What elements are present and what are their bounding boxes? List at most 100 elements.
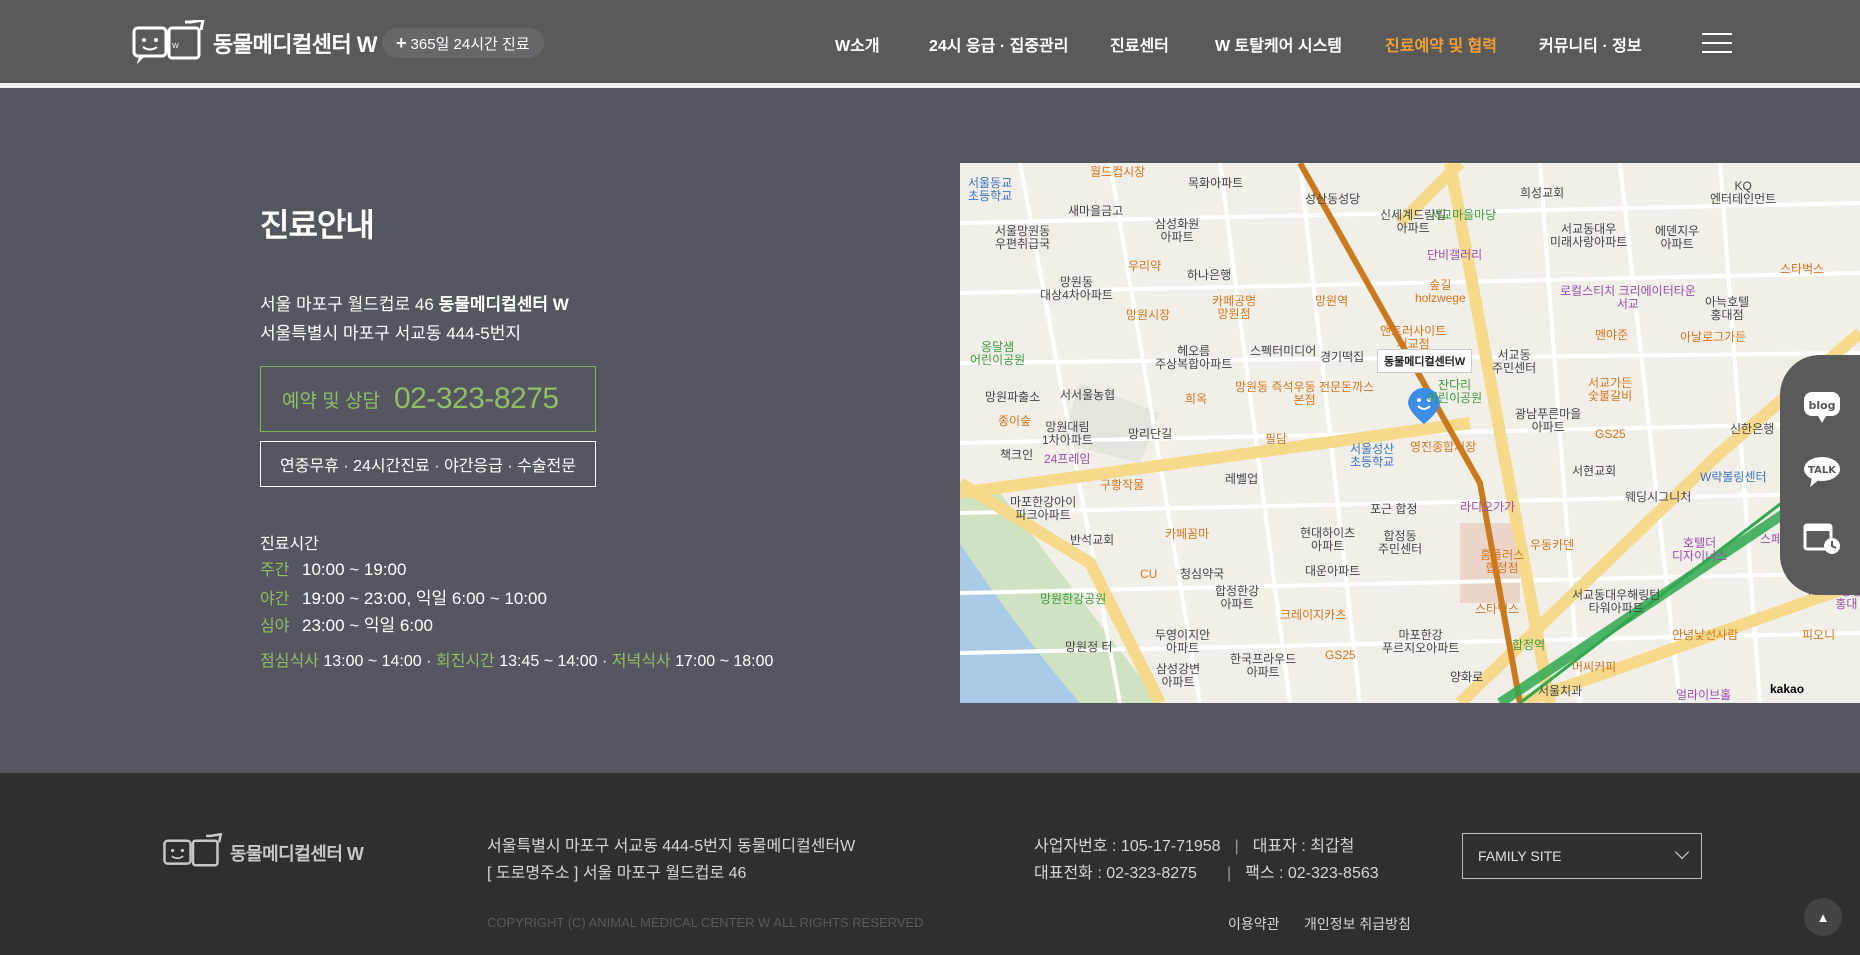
footer-logo-text: 동물메디컬센터 W — [230, 844, 364, 864]
map-place-label: 서울망원동 우편취급국 — [995, 224, 1051, 251]
map-place-label: 서서울농협 — [1060, 388, 1116, 402]
hours-row-night: 야간 19:00 ~ 23:00, 익일 6:00 ~ 10:00 — [260, 584, 547, 609]
ceo-name: 대표자 : 최갑철 — [1252, 838, 1355, 855]
map-place-label: 라디오가가 — [1460, 500, 1516, 514]
footer-logo-icon — [163, 833, 223, 867]
meal-time: 13:00 ~ 14:00 — [323, 653, 422, 670]
hours-title: 진료시간 — [260, 536, 319, 553]
map-place-label: 망원정 터 — [1065, 640, 1113, 654]
hours-time: 23:00 ~ 익일 6:00 — [302, 616, 434, 635]
arrow-up-icon: ▲ — [1816, 909, 1830, 925]
map-place-label: 앤트러사이트 서교점 — [1380, 324, 1447, 351]
call-box[interactable]: 예약 및 상담 02-323-8275 — [260, 366, 596, 432]
map-place-label: 한국프라우드 아파트 — [1230, 652, 1297, 679]
map-place-label: 두영이지안 아파트 — [1155, 628, 1211, 655]
map-place-label: 숲길 holzwege — [1415, 278, 1466, 305]
map-place-label: 머씨커피 — [1572, 660, 1617, 674]
nav-item-4[interactable]: 진료예약 및 협력 — [1385, 32, 1497, 56]
footer-road-address: [ 도로명주소 ] 서울 마포구 월드컵로 46 — [487, 865, 747, 882]
badge-text: 365일 24시간 진료 — [410, 35, 530, 53]
hamburger-icon[interactable] — [1702, 33, 1732, 53]
map-place-label: 망리단길 — [1128, 427, 1173, 441]
map-place-label: 서교동대우해링턴 타워아파트 — [1572, 588, 1661, 615]
hours-label: 야간 — [260, 591, 290, 608]
map-place-label: 홈플러스 합정점 — [1480, 548, 1525, 575]
meal-time: 17:00 ~ 18:00 — [675, 653, 774, 670]
footer-lot-address: 서울특별시 마포구 서교동 444-5번지 동물메디컬센터W — [487, 838, 856, 855]
nav-item-0[interactable]: W소개 — [835, 32, 880, 56]
site-logo[interactable]: W 동물메디컬센터 W — [131, 20, 378, 66]
calendar-clock-icon — [1803, 523, 1840, 554]
map-place-label: 서교마을마당 — [1430, 208, 1497, 222]
map-place-label: 잔다리 어린이공원 — [1427, 378, 1483, 405]
map-place-label: 망원동 즉석우동 전문돈까스 본점 — [1235, 380, 1375, 407]
map-place-label: 스타벅스 — [1780, 262, 1825, 276]
hours-row-day: 주간 10:00 ~ 19:00 — [260, 556, 406, 580]
talk-icon-text: TALK — [1808, 465, 1837, 476]
map-place-label: KQ 엔터테인먼트 — [1710, 179, 1777, 206]
map-place-label: 하나은행 — [1187, 268, 1232, 282]
blog-button[interactable]: blog — [1802, 390, 1842, 426]
map-place-label: 서울성산 초등학교 — [1350, 442, 1395, 469]
map-place-label: 망원한강공원 — [1040, 592, 1107, 606]
map-place-label: 경기떡집 — [1320, 350, 1365, 364]
map-place-label: 서교동대우 미래사랑아파트 — [1550, 222, 1628, 249]
map-place-label: 호텔더 디자이너스 — [1672, 536, 1728, 563]
map-place-label: 책크인 — [1000, 448, 1034, 462]
map-place-label: 반석교회 — [1070, 533, 1115, 547]
scroll-top-button[interactable]: ▲ — [1804, 898, 1842, 936]
map-place-label: 카페꼼마 — [1165, 527, 1210, 541]
map-place-label: 구황작물 — [1100, 478, 1145, 492]
blog-icon-text: blog — [1808, 399, 1835, 412]
nav-item-3[interactable]: W 토탈케어 시스템 — [1215, 32, 1342, 56]
privacy-link[interactable]: 개인정보 취급방침 — [1304, 914, 1411, 934]
hours-row-late-night: 심야 23:00 ~ 익일 6:00 — [260, 611, 433, 636]
nav-item-2[interactable]: 진료센터 — [1110, 32, 1169, 56]
map-place-label: 삼성강변 아파트 — [1156, 662, 1201, 689]
map-place-label: 아날로그가든 — [1680, 330, 1747, 344]
hours-label: 주간 — [260, 562, 290, 579]
schedule-button[interactable] — [1802, 520, 1842, 556]
talk-button[interactable]: TALK — [1802, 455, 1842, 491]
meal-label: 점심식사 — [260, 653, 319, 670]
map-place-label: 희성교회 — [1520, 186, 1565, 200]
24h-badge: + 365일 24시간 진료 — [382, 28, 544, 58]
map-place-label: 옹달샘 어린이공원 — [970, 340, 1026, 367]
map-place-label: 마포한강아이 파크아파트 — [1010, 495, 1077, 522]
map-place-label: 서울치과 — [1538, 684, 1583, 698]
map-place-label: W락볼링센터 — [1700, 470, 1767, 484]
site-footer: 동물메디컬센터 W 서울특별시 마포구 서교동 444-5번지 동물메디컬센터W… — [0, 773, 1860, 955]
map-place-label: 단비갤러리 — [1427, 248, 1483, 262]
map-place-label: 양화로 — [1450, 670, 1484, 684]
map-place-label: 포근 합정 — [1370, 502, 1418, 516]
map-place-label: 서교동 주민센터 — [1492, 348, 1537, 375]
address-road: 서울 마포구 월드컵로 46 — [260, 295, 439, 314]
clinic-name: 동물메디컬센터 W — [438, 295, 569, 314]
hours-time: 19:00 ~ 23:00, 익일 6:00 ~ 10:00 — [302, 589, 547, 608]
terms-link[interactable]: 이용약관 — [1228, 914, 1280, 934]
hours-time: 10:00 ~ 19:00 — [302, 560, 407, 579]
map-pin-label: 동물메디컬센터W — [1377, 349, 1473, 373]
map-place-label: 스타벅스 — [1475, 602, 1520, 616]
nav-item-1[interactable]: 24시 응급 · 집중관리 — [929, 32, 1069, 56]
map-place-label: 웨딩시그니처 — [1625, 490, 1692, 504]
footer-business-info: 사업자번호 : 105-17-71958 | 대표자 : 최갑철 대표전화 : 02… — [1034, 838, 1379, 882]
map-place-label: 카페공명 망원점 — [1212, 294, 1257, 321]
family-site-select[interactable]: FAMILY SITE — [1462, 833, 1702, 879]
map-place-label: 로컬스티치 크리에이터타운 서교 — [1560, 284, 1696, 311]
footer-logo[interactable]: 동물메디컬센터 W — [162, 833, 364, 873]
map-place-label: 종이숲 — [998, 414, 1032, 428]
family-site-label: FAMILY SITE — [1478, 848, 1562, 864]
location-map[interactable]: 동물메디컬센터W kakao 서울동교 초등학교 월드컵시장 목화아파트 성산동성당 새… — [960, 163, 1860, 703]
map-place-label: 안녕낯선사람 — [1672, 628, 1739, 642]
nav-item-5[interactable]: 커뮤니티 · 정보 — [1539, 32, 1642, 56]
meal-label: 회진시간 — [435, 653, 495, 670]
site-header: W 동물메디컬센터 W + 365일 24시간 진료 W소개 24시 응급 · 집… — [0, 0, 1860, 88]
map-place-label: 월드컵시장 — [1090, 165, 1146, 179]
map-place-label: 24프레임 — [1044, 452, 1091, 466]
map-place-label: 아늑호텔 홍대점 — [1705, 295, 1750, 322]
map-place-label: 망원파출소 — [985, 390, 1041, 404]
map-place-label: 망원역 — [1315, 294, 1349, 308]
map-place-label: GS25 — [1595, 427, 1626, 441]
map-base — [960, 163, 1860, 703]
